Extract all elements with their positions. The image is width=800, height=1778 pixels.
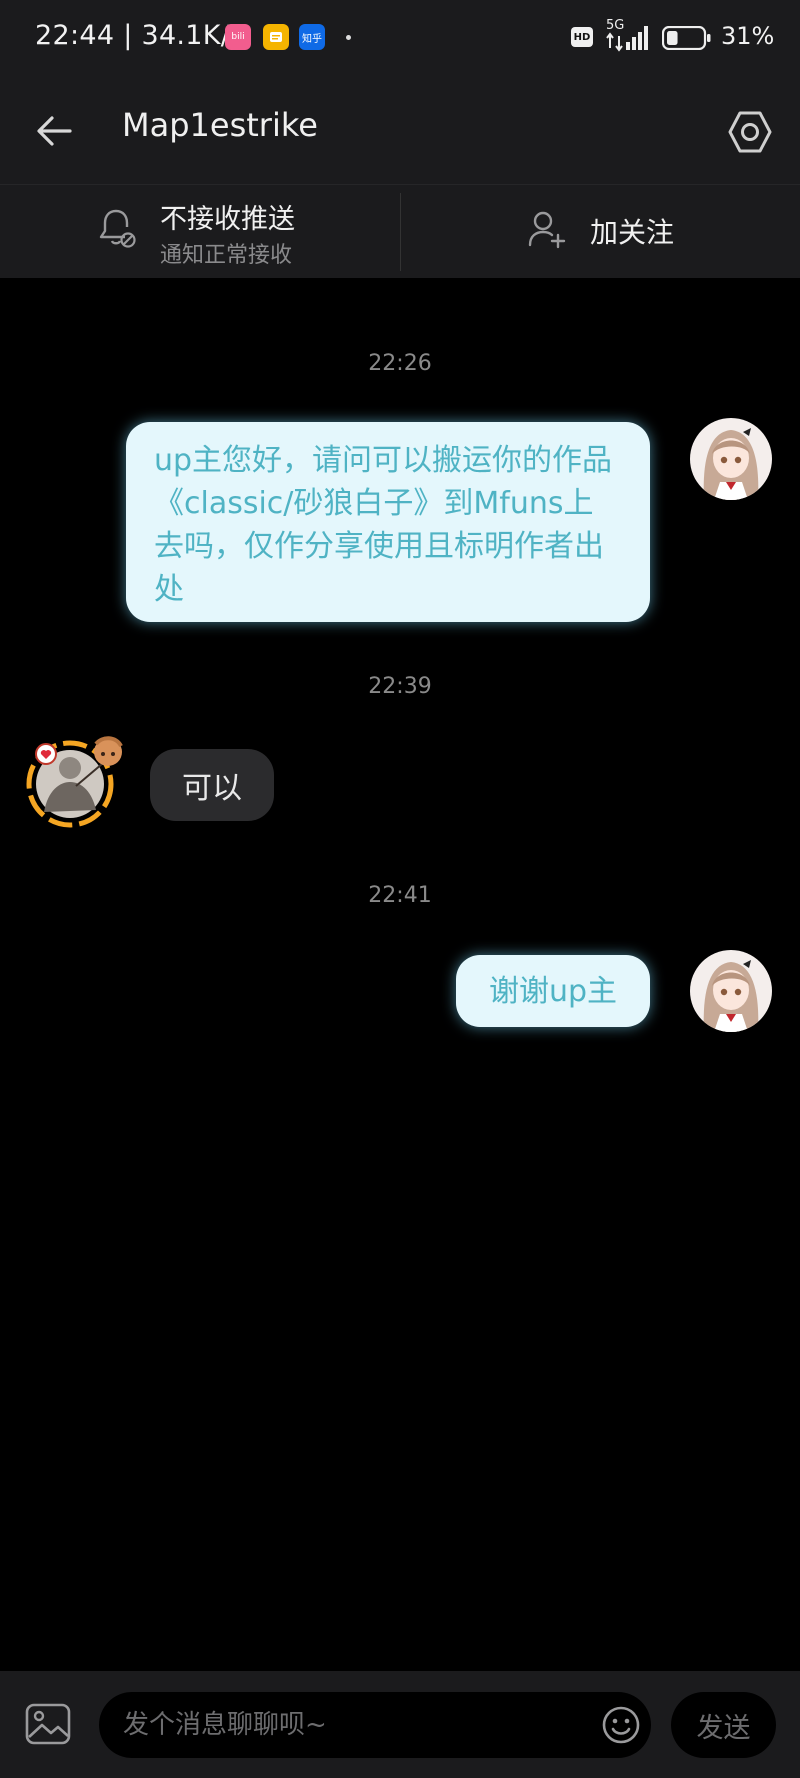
zhihu-icon: 知乎 [299,24,325,50]
message-timestamp: 22:39 [368,674,432,699]
avatar[interactable] [24,730,124,830]
incoming-message[interactable]: 可以 [150,749,274,821]
settings-button[interactable] [722,104,778,160]
back-button[interactable] [30,106,80,156]
status-time-speed: 22:44 | 34.1K/s [35,20,245,51]
follow-button[interactable]: 加关注 [401,185,800,279]
add-user-icon [528,211,566,249]
battery-icon [661,25,712,54]
message-input[interactable] [99,1692,651,1758]
image-picker-button[interactable] [25,1703,71,1745]
notify-title: 不接收推送 [160,204,295,235]
anime-avatar-icon [690,950,772,1032]
send-button[interactable]: 发送 [671,1692,776,1758]
notify-subtitle: 通知正常接收 [160,243,293,268]
message-timestamp: 22:41 [368,883,432,908]
status-dot [346,35,351,40]
message-text: 可以 [182,771,242,806]
message-input-bar: 发送 [0,1671,800,1778]
follow-label: 加关注 [590,216,675,249]
avatar[interactable] [690,418,772,500]
chat-header: Map1estrike [0,76,800,184]
avatar[interactable] [690,950,772,1032]
notification-toggle[interactable]: 不接收推送 通知正常接收 [0,185,400,279]
smiley-icon [602,1706,640,1744]
battery-percent: 31% [721,22,775,50]
message-timestamp: 22:26 [368,351,432,376]
emoji-button[interactable] [601,1705,641,1745]
hd-icon: HD [571,27,593,47]
bell-muted-icon [99,209,136,248]
image-icon [25,1703,71,1745]
hexagon-settings-icon [728,111,772,153]
status-bar: 22:44 | 34.1K/s bili 知乎 HD 5G 31% [0,0,800,76]
anime-avatar-icon [690,418,772,500]
outgoing-message[interactable]: 谢谢up主 [456,955,650,1027]
message-text: 谢谢up主 [488,973,618,1009]
arrow-left-icon [37,116,72,146]
chat-actions: 不接收推送 通知正常接收 加关注 [0,184,800,278]
bilibili-icon: bili [225,24,251,50]
signal-5g-icon: 5G [604,18,654,52]
outgoing-message[interactable]: up主您好，请问可以搬运你的作品《classic/砂狼白子》到Mfuns上去吗，… [126,422,650,622]
notes-icon [263,24,289,50]
message-text: up主您好，请问可以搬运你的作品《classic/砂狼白子》到Mfuns上去吗，… [154,443,613,607]
page-title: Map1estrike [122,106,318,144]
avatar-frame-icon [26,736,123,828]
